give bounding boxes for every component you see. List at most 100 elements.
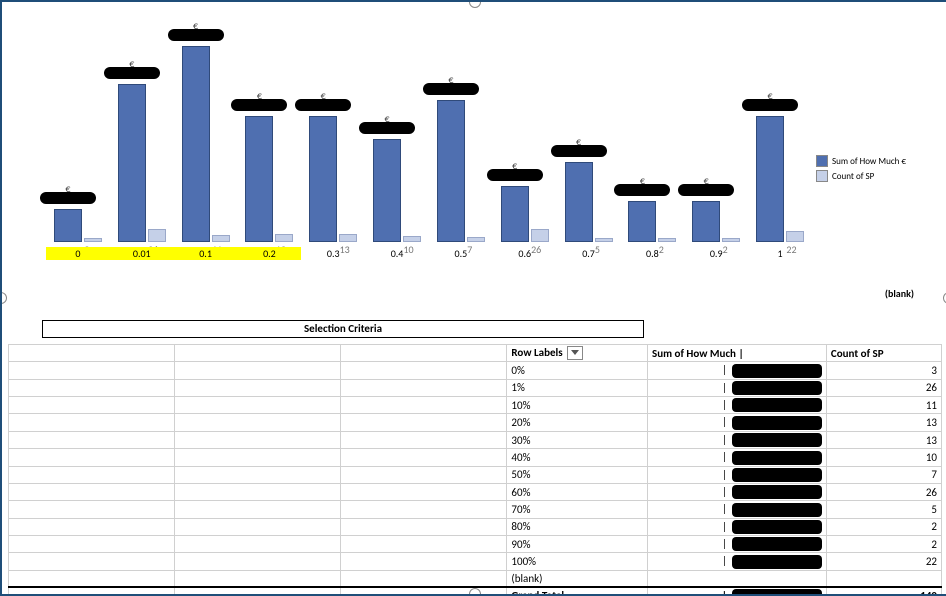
bar-count[interactable]	[595, 238, 613, 242]
x-axis-tick: 0	[46, 247, 110, 260]
table-row-blank[interactable]: (blank)	[9, 570, 942, 587]
cell-sum: |	[648, 397, 827, 414]
cell-count: 2	[826, 518, 941, 535]
bar-count[interactable]	[722, 238, 740, 242]
pivot-chart[interactable]: €3€26€11€13€13€10€7€26€5€2€2€22 00.010.1…	[12, 12, 938, 312]
cell-sum: |	[648, 466, 827, 483]
bar-group[interactable]: €13	[237, 12, 301, 242]
table-row[interactable]: 70%| 5	[9, 501, 942, 518]
redacted-value	[732, 451, 822, 465]
cell-sum: |	[648, 553, 827, 570]
redacted-value	[732, 589, 822, 596]
cell-sum: |	[648, 431, 827, 448]
bar-sum[interactable]: €	[373, 139, 401, 242]
cell-count: 5	[826, 501, 941, 518]
header-row-labels-text: Row Labels	[511, 346, 562, 359]
selection-handle-n[interactable]	[469, 0, 481, 8]
bar-group[interactable]: €26	[110, 12, 174, 242]
bar-sum[interactable]: €	[118, 84, 146, 242]
bar-sum[interactable]: €	[756, 116, 784, 242]
cell-row-label: 90%	[507, 536, 648, 553]
bar-group[interactable]: €5	[557, 12, 621, 242]
table-row[interactable]: 1%| 26	[9, 379, 942, 396]
cell-row-label: 80%	[507, 518, 648, 535]
table-row[interactable]: 80%| 2	[9, 518, 942, 535]
table-row[interactable]: 50%| 7	[9, 466, 942, 483]
bar-count[interactable]	[531, 229, 549, 242]
bar-count[interactable]	[403, 236, 421, 242]
redacted-value	[732, 555, 822, 569]
bar-sum[interactable]: €	[437, 100, 465, 242]
legend-item-sum[interactable]: Sum of How Much €	[816, 155, 934, 167]
redacted-value	[487, 169, 543, 181]
x-axis-labels: 00.010.10.20.30.40.50.60.70.80.91	[46, 247, 812, 260]
x-axis-tick: 0.8	[620, 247, 684, 260]
legend-item-count[interactable]: Count of SP	[816, 170, 934, 182]
bar-sum[interactable]: €	[54, 209, 82, 242]
redacted-value	[732, 381, 822, 395]
worksheet-grid[interactable]: Row Labels Sum of How Much | Count of SP…	[8, 344, 942, 594]
table-row[interactable]: 30%| 13	[9, 431, 942, 448]
bar-group[interactable]: €7	[429, 12, 493, 242]
x-axis-tick: 0.7	[557, 247, 621, 260]
bar-group[interactable]: €2	[684, 12, 748, 242]
x-axis-tick: 0.1	[174, 247, 238, 260]
pivot-table[interactable]: Row Labels Sum of How Much | Count of SP…	[8, 344, 942, 596]
bar-sum[interactable]: €	[309, 116, 337, 242]
redacted-value	[551, 145, 607, 157]
plot-area: €3€26€11€13€13€10€7€26€5€2€2€22 00.010.1…	[22, 12, 812, 272]
table-row[interactable]: 10%| 11	[9, 397, 942, 414]
table-row[interactable]: 20%| 13	[9, 414, 942, 431]
bar-count[interactable]	[658, 238, 676, 242]
redacted-value	[732, 520, 822, 534]
table-row[interactable]: 0%| 3	[9, 362, 942, 379]
bar-group[interactable]: €22	[748, 12, 812, 242]
bar-count[interactable]	[467, 237, 485, 242]
bar-count[interactable]	[339, 234, 357, 242]
cell-count: 22	[826, 553, 941, 570]
row-labels-filter-button[interactable]	[567, 346, 583, 360]
bar-count[interactable]	[212, 235, 230, 242]
bar-group[interactable]: €11	[174, 12, 238, 242]
bar-group[interactable]: €26	[493, 12, 557, 242]
header-row-labels[interactable]: Row Labels	[507, 345, 648, 362]
bar-sum[interactable]: €	[565, 162, 593, 242]
cell-count: 13	[826, 414, 941, 431]
cell-count: 2	[826, 536, 941, 553]
redacted-value	[732, 416, 822, 430]
table-row[interactable]: 40%| 10	[9, 449, 942, 466]
bar-count[interactable]	[275, 234, 293, 242]
bar-sum[interactable]: €	[692, 201, 720, 242]
bar-count[interactable]	[148, 229, 166, 242]
redacted-value	[732, 468, 822, 482]
cell-grand-total-sum: |	[648, 587, 827, 596]
x-axis-tick: 0.3	[301, 247, 365, 260]
bar-group[interactable]: €10	[365, 12, 429, 242]
bar-sum[interactable]: €	[628, 201, 656, 242]
bar-sum[interactable]: €	[501, 186, 529, 242]
table-row[interactable]: 90%| 2	[9, 536, 942, 553]
redacted-value	[678, 184, 734, 196]
header-count-sp[interactable]: Count of SP	[826, 345, 941, 362]
cell-count: 13	[826, 431, 941, 448]
cell-blank-label: (blank)	[507, 570, 648, 587]
chart-object-frame[interactable]: €3€26€11€13€13€10€7€26€5€2€2€22 00.010.1…	[0, 0, 946, 596]
table-row-grand-total[interactable]: Grand Total | 140	[9, 587, 942, 596]
x-axis-tick: 0.6	[493, 247, 557, 260]
bar-group[interactable]: €2	[620, 12, 684, 242]
bar-count[interactable]	[786, 231, 804, 242]
table-row[interactable]: 100%| 22	[9, 553, 942, 570]
cell-blank-count	[826, 570, 941, 587]
header-sum-how-much[interactable]: Sum of How Much |	[648, 345, 827, 362]
legend-swatch-sum	[816, 155, 828, 167]
table-row[interactable]: 60%| 26	[9, 483, 942, 500]
cell-sum: |	[648, 362, 827, 379]
bar-group[interactable]: €13	[301, 12, 365, 242]
bar-sum[interactable]: €	[245, 116, 273, 242]
legend-swatch-count	[816, 170, 828, 182]
bar-sum[interactable]: €	[182, 46, 210, 242]
selection-handle-w[interactable]	[0, 292, 7, 304]
cell-sum: |	[648, 379, 827, 396]
bar-group[interactable]: €3	[46, 12, 110, 242]
bar-count[interactable]	[84, 238, 102, 242]
